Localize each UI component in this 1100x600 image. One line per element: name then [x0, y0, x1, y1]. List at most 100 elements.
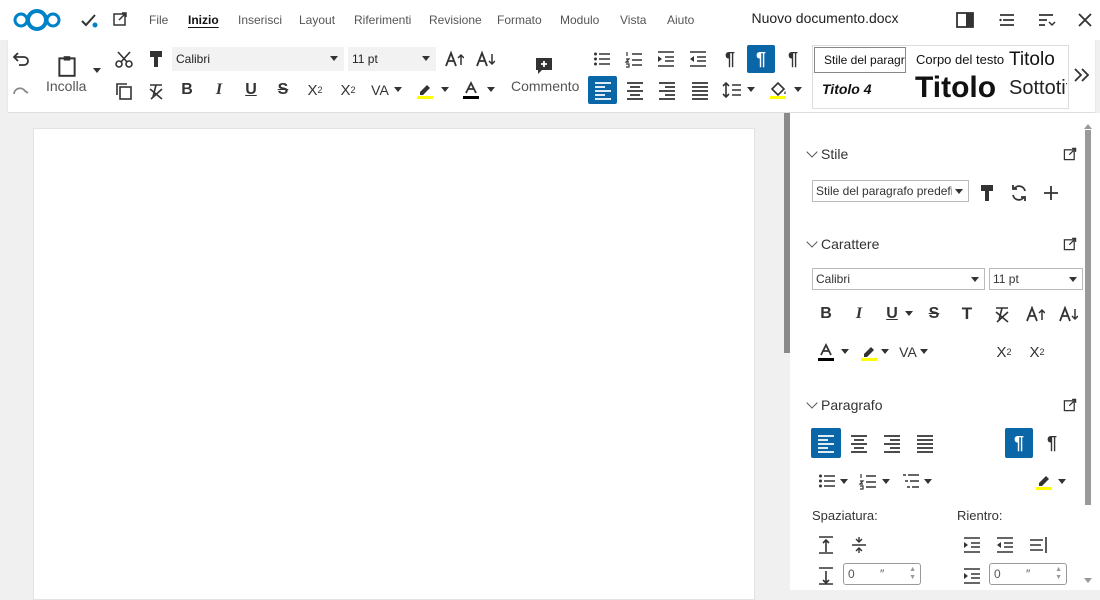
- sidebar-highlight-icon[interactable]: [857, 341, 881, 363]
- paragrafo-section-title[interactable]: Paragrafo: [821, 397, 882, 413]
- sidebar-scroll-up-icon[interactable]: [1084, 124, 1092, 129]
- numbered-list-dropdown-icon[interactable]: [882, 479, 890, 484]
- spin-arrows-icon[interactable]: ▲ ▼: [1055, 566, 1062, 582]
- chevron-double-right-icon[interactable]: [1072, 64, 1092, 86]
- sidebar-character-spacing-icon[interactable]: VA: [896, 341, 920, 363]
- numbered-list-icon[interactable]: [623, 48, 645, 70]
- check-sync-icon[interactable]: [78, 9, 100, 31]
- copy-icon[interactable]: [113, 80, 135, 102]
- rtl-paragraph-icon[interactable]: ¶: [782, 48, 804, 70]
- font-color-dropdown-icon[interactable]: [487, 87, 495, 92]
- document-title[interactable]: Nuovo documento.docx: [700, 10, 950, 26]
- before-text-indent-icon-2[interactable]: [961, 565, 983, 587]
- spacing-above-input[interactable]: 0 ″ ▲ ▼: [843, 563, 921, 585]
- paragrafo-more-options-icon[interactable]: [1062, 397, 1078, 413]
- stile-section-title[interactable]: Stile: [821, 146, 848, 162]
- highlight-icon[interactable]: [413, 78, 437, 102]
- paragraph-spacing-icon[interactable]: [848, 534, 870, 556]
- shrink-font-icon[interactable]: [474, 48, 496, 70]
- font-name-select[interactable]: Calibri: [172, 47, 344, 71]
- style-body-text[interactable]: Corpo del testo: [916, 52, 1004, 67]
- grow-font-icon[interactable]: [443, 48, 465, 70]
- sidebar-rtl-paragraph-icon[interactable]: ¶: [1041, 432, 1063, 454]
- character-spacing-icon[interactable]: VA: [369, 79, 391, 101]
- style-fill-format-icon[interactable]: [976, 182, 998, 204]
- before-text-indent-icon[interactable]: [961, 534, 983, 556]
- menu-modulo[interactable]: Modulo: [560, 13, 599, 27]
- underline-icon[interactable]: U: [241, 79, 261, 101]
- sidebar-align-left-icon[interactable]: [811, 428, 841, 458]
- new-style-icon[interactable]: [1040, 182, 1062, 204]
- update-style-icon[interactable]: [1008, 182, 1030, 204]
- menu-inserisci[interactable]: Inserisci: [238, 13, 282, 27]
- menu-revisione[interactable]: Revisione: [429, 13, 482, 27]
- sidebar-shadow-icon[interactable]: T: [957, 303, 977, 325]
- font-size-select[interactable]: 11 pt: [348, 47, 436, 71]
- clear-formatting-icon[interactable]: [145, 80, 167, 102]
- redo-icon[interactable]: [10, 80, 32, 102]
- line-spacing-dropdown-icon[interactable]: [747, 87, 755, 92]
- formatting-marks-icon[interactable]: ¶: [719, 48, 741, 70]
- paste-icon[interactable]: [54, 52, 80, 80]
- sidebar-bold-icon[interactable]: B: [816, 303, 836, 325]
- sidebar-superscript-icon[interactable]: X2: [993, 341, 1015, 363]
- document-page[interactable]: [33, 128, 755, 600]
- menu-file[interactable]: File: [149, 13, 168, 27]
- sidebar-ltr-paragraph-icon[interactable]: ¶: [1005, 428, 1033, 458]
- above-spacing-icon[interactable]: [815, 534, 837, 556]
- paragraph-background-dropdown-icon[interactable]: [1058, 479, 1066, 484]
- style-heading-4[interactable]: Titolo 4: [822, 81, 872, 97]
- sidebar-align-center-icon[interactable]: [848, 432, 870, 454]
- background-color-dropdown-icon[interactable]: [794, 87, 802, 92]
- increase-indent-icon[interactable]: [655, 48, 677, 70]
- carattere-section-title[interactable]: Carattere: [821, 236, 879, 252]
- sidebar-outline-list-icon[interactable]: [900, 470, 922, 492]
- spacing-dropdown-icon[interactable]: [394, 87, 402, 92]
- align-left-icon[interactable]: [588, 76, 617, 104]
- sidebar-subscript-icon[interactable]: X2: [1026, 341, 1048, 363]
- open-external-icon[interactable]: [110, 9, 130, 29]
- sidebar-paragraph-background-icon[interactable]: [1032, 470, 1056, 492]
- sidebar-italic-icon[interactable]: I: [849, 303, 869, 325]
- sidebar-font-color-dropdown-icon[interactable]: [841, 349, 849, 354]
- sidebar-scroll-down-icon[interactable]: [1084, 578, 1092, 583]
- undo-icon[interactable]: [10, 48, 32, 70]
- subscript-icon[interactable]: X2: [304, 79, 326, 101]
- close-icon[interactable]: [1074, 9, 1096, 31]
- sidebar-underline-icon[interactable]: U: [882, 303, 902, 325]
- style-subtitle[interactable]: Sottotitolo: [1009, 77, 1067, 100]
- sidebar-highlight-dropdown-icon[interactable]: [881, 349, 889, 354]
- bold-icon[interactable]: B: [177, 79, 197, 101]
- menu-vista[interactable]: Vista: [620, 13, 646, 27]
- sidebar-font-select[interactable]: Calibri: [812, 268, 985, 290]
- decrease-indent-icon[interactable]: [687, 48, 709, 70]
- superscript-icon[interactable]: X2: [337, 79, 359, 101]
- menu-inizio[interactable]: Inizio: [188, 13, 219, 27]
- bullet-list-dropdown-icon[interactable]: [840, 479, 848, 484]
- underline-dropdown-icon[interactable]: [905, 311, 913, 316]
- sidebar-justify-icon[interactable]: [914, 432, 936, 454]
- highlight-dropdown-icon[interactable]: [441, 87, 449, 92]
- bullet-list-icon[interactable]: [591, 48, 613, 70]
- outline-list-dropdown-icon[interactable]: [924, 479, 932, 484]
- spin-arrows-icon[interactable]: ▲ ▼: [909, 566, 916, 582]
- indent-before-input[interactable]: 0 ″ ▲ ▼: [989, 563, 1067, 585]
- style-title-small[interactable]: Titolo: [1009, 49, 1055, 71]
- paragraph-style-select[interactable]: Stile del paragrafo predefinito: [812, 180, 969, 202]
- ltr-paragraph-icon[interactable]: ¶: [747, 45, 775, 73]
- sidebar-scrollbar[interactable]: [1085, 130, 1091, 505]
- ribbon-options-icon[interactable]: [1035, 9, 1057, 31]
- sidebar-spacing-dropdown-icon[interactable]: [920, 349, 928, 354]
- cut-icon[interactable]: [113, 48, 135, 70]
- style-title-big[interactable]: Titolo: [915, 71, 996, 105]
- first-line-indent-icon[interactable]: [1027, 534, 1049, 556]
- style-paragraph-default[interactable]: Stile del paragrafo predefinito: [814, 47, 906, 73]
- font-color-icon[interactable]: [459, 78, 483, 102]
- line-spacing-icon[interactable]: [721, 79, 743, 101]
- carattere-more-options-icon[interactable]: [1062, 236, 1078, 252]
- justify-icon[interactable]: [689, 79, 711, 101]
- clone-formatting-icon[interactable]: [145, 48, 167, 70]
- sidebar-bullet-list-icon[interactable]: [816, 470, 838, 492]
- sidebar-strikethrough-icon[interactable]: S: [924, 303, 944, 325]
- italic-icon[interactable]: I: [209, 79, 229, 101]
